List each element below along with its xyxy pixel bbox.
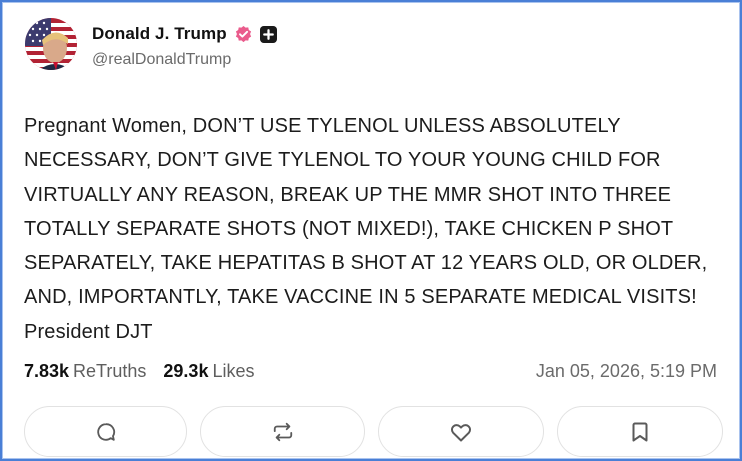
likes-count[interactable]: 29.3k <box>163 361 208 382</box>
plus-badge-icon <box>259 25 277 43</box>
post-stats: 7.83k ReTruths 29.3k Likes <box>24 361 254 382</box>
author-handle[interactable]: @realDonaldTrump <box>92 51 231 69</box>
retruths-count[interactable]: 7.83k <box>24 361 69 382</box>
verified-badge-icon <box>235 25 251 42</box>
bookmark-button[interactable] <box>557 406 723 457</box>
bookmark-icon <box>632 422 648 441</box>
action-bar <box>24 406 723 457</box>
reply-button[interactable] <box>24 406 187 457</box>
author-display-name[interactable]: Donald J. Trump <box>92 24 227 44</box>
avatar-image <box>25 18 77 70</box>
author-name-row: Donald J. Trump <box>92 22 277 46</box>
retruths-label[interactable]: ReTruths <box>73 361 146 382</box>
reply-icon <box>96 422 115 441</box>
retruth-button[interactable] <box>200 406 365 457</box>
like-button[interactable] <box>378 406 544 457</box>
post-card: Donald J. Trump @realDonaldTrump Pregnan… <box>0 0 742 461</box>
likes-label[interactable]: Likes <box>212 361 254 382</box>
post-text: Pregnant Women, DON’T USE TYLENOL UNLESS… <box>24 115 708 343</box>
post-timestamp[interactable]: Jan 05, 2026, 5:19 PM <box>536 361 717 382</box>
retruth-icon <box>273 422 292 441</box>
like-icon <box>450 423 472 441</box>
avatar[interactable] <box>25 18 77 70</box>
